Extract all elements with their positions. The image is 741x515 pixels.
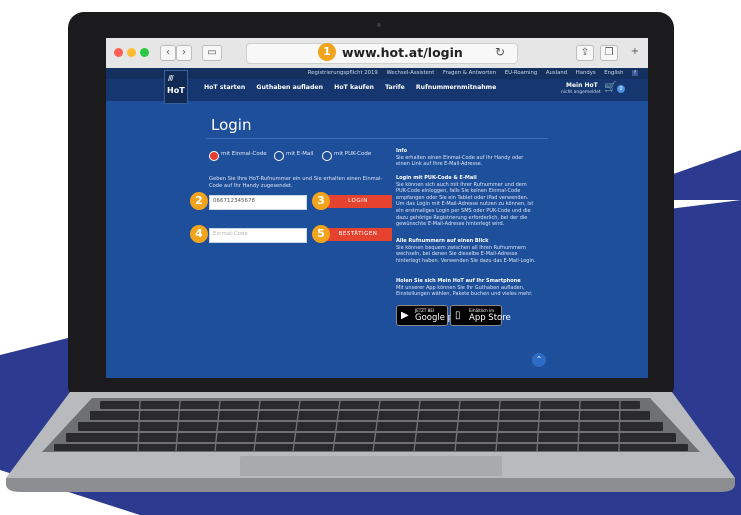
laptop-base — [6, 392, 735, 492]
